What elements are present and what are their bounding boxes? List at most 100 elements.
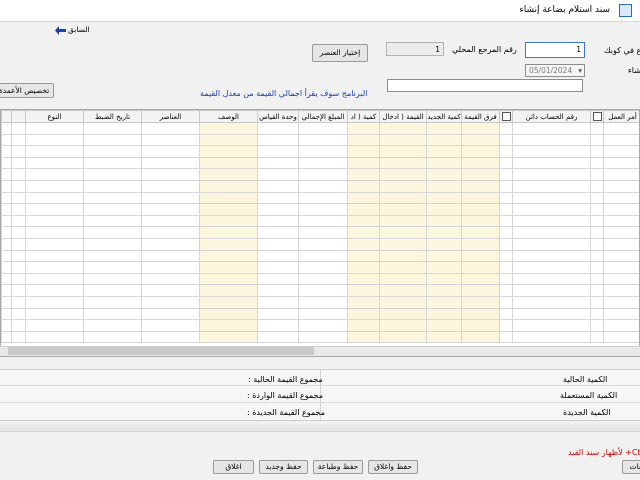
grid-cell[interactable]: [590, 307, 604, 321]
col-header-check2[interactable]: [590, 110, 604, 123]
table-row[interactable]: [1, 156, 639, 170]
grid-cell[interactable]: [257, 226, 299, 239]
grid-cell[interactable]: [298, 226, 348, 239]
grid-cell[interactable]: [141, 168, 200, 181]
grid-cell[interactable]: [379, 295, 427, 309]
grid-cell[interactable]: [379, 179, 427, 193]
grid-cell[interactable]: [83, 226, 142, 239]
grid-cell[interactable]: [590, 330, 604, 344]
grid-cell[interactable]: [298, 330, 348, 344]
grid-cell[interactable]: [83, 307, 142, 321]
grid-cell[interactable]: [1, 214, 12, 228]
grid-cell[interactable]: [11, 307, 26, 321]
table-row[interactable]: [1, 295, 639, 309]
grid-cell[interactable]: [603, 295, 639, 309]
grid-cell[interactable]: [426, 319, 462, 332]
grid-cell[interactable]: [83, 214, 142, 228]
grid-cell[interactable]: [379, 261, 427, 274]
col-header-elements[interactable]: العناصر: [141, 110, 200, 123]
grid-cell[interactable]: [461, 203, 500, 216]
grid-cell[interactable]: [1, 284, 12, 297]
grid-cell[interactable]: [499, 122, 513, 135]
table-row[interactable]: [1, 214, 639, 228]
grid-cell[interactable]: [141, 156, 200, 170]
grid-cell[interactable]: [512, 156, 591, 170]
grid-cell[interactable]: [426, 156, 462, 170]
grid-cell[interactable]: [298, 156, 348, 170]
grid-cell[interactable]: [347, 168, 380, 181]
grid-cell[interactable]: [11, 122, 26, 135]
grid-cell[interactable]: [603, 319, 639, 332]
cut-field[interactable]: 1: [525, 42, 585, 58]
col-header-description[interactable]: الوصف: [199, 110, 258, 123]
grid-cell[interactable]: [11, 319, 26, 332]
grid-cell[interactable]: [298, 237, 348, 251]
grid-cell[interactable]: [11, 295, 26, 309]
grid-cell[interactable]: [590, 156, 604, 170]
grid-cell[interactable]: [199, 203, 258, 216]
grid-cell[interactable]: [199, 133, 258, 147]
grid-cell[interactable]: [590, 249, 604, 263]
table-row[interactable]: [1, 191, 639, 205]
grid-cell[interactable]: [347, 203, 380, 216]
grid-cell[interactable]: [83, 133, 142, 147]
grid-cell[interactable]: [603, 272, 639, 286]
grid-cell[interactable]: [347, 145, 380, 158]
grid-cell[interactable]: [199, 214, 258, 228]
grid-cell[interactable]: [199, 179, 258, 193]
date-field[interactable]: 05/01/2024 ▾: [525, 64, 585, 77]
grid-cell[interactable]: [512, 249, 591, 263]
grid-cell[interactable]: [257, 145, 299, 158]
grid-cell[interactable]: [199, 237, 258, 251]
grid-cell[interactable]: [83, 191, 142, 205]
grid-cell[interactable]: [461, 179, 500, 193]
items-grid[interactable]: النوع تاريخ الضبط العناصر الوصف وحدة الق…: [0, 109, 640, 357]
grid-cell[interactable]: [257, 284, 299, 297]
grid-cell[interactable]: [11, 156, 26, 170]
grid-cell[interactable]: [603, 133, 639, 147]
grid-cell[interactable]: [512, 203, 591, 216]
grid-cell[interactable]: [298, 272, 348, 286]
grid-cell[interactable]: [461, 261, 500, 274]
grid-cell[interactable]: [199, 145, 258, 158]
grid-cell[interactable]: [199, 330, 258, 344]
grid-cell[interactable]: [1, 249, 12, 263]
grid-cell[interactable]: [461, 284, 500, 297]
col-header-date[interactable]: تاريخ الضبط: [83, 110, 142, 123]
grid-cell[interactable]: [461, 249, 500, 263]
grid-cell[interactable]: [83, 272, 142, 286]
grid-cell[interactable]: [379, 272, 427, 286]
grid-cell[interactable]: [512, 191, 591, 205]
grid-cell[interactable]: [1, 156, 12, 170]
grid-cell[interactable]: [199, 319, 258, 332]
grid-cell[interactable]: [379, 122, 427, 135]
grid-cell[interactable]: [25, 203, 84, 216]
grid-cell[interactable]: [257, 122, 299, 135]
grid-cell[interactable]: [11, 249, 26, 263]
grid-cell[interactable]: [347, 272, 380, 286]
grid-cell[interactable]: [141, 179, 200, 193]
grid-cell[interactable]: [590, 179, 604, 193]
grid-cell[interactable]: [512, 133, 591, 147]
grid-cell[interactable]: [590, 133, 604, 147]
col-header[interactable]: [11, 110, 26, 123]
grid-cell[interactable]: [257, 295, 299, 309]
grid-cell[interactable]: [379, 145, 427, 158]
grid-cell[interactable]: [199, 261, 258, 274]
grid-cell[interactable]: [298, 168, 348, 181]
grid-cell[interactable]: [141, 133, 200, 147]
grid-cell[interactable]: [257, 261, 299, 274]
grid-cell[interactable]: [603, 191, 639, 205]
grid-cell[interactable]: [347, 156, 380, 170]
grid-cell[interactable]: [298, 145, 348, 158]
grid-cell[interactable]: [603, 330, 639, 344]
grid-cell[interactable]: [426, 237, 462, 251]
grid-cell[interactable]: [499, 168, 513, 181]
grid-cell[interactable]: [25, 191, 84, 205]
grid-cell[interactable]: [499, 295, 513, 309]
table-row[interactable]: [1, 226, 639, 239]
grid-cell[interactable]: [590, 295, 604, 309]
grid-cell[interactable]: [461, 237, 500, 251]
grid-cell[interactable]: [379, 156, 427, 170]
grid-cell[interactable]: [1, 261, 12, 274]
